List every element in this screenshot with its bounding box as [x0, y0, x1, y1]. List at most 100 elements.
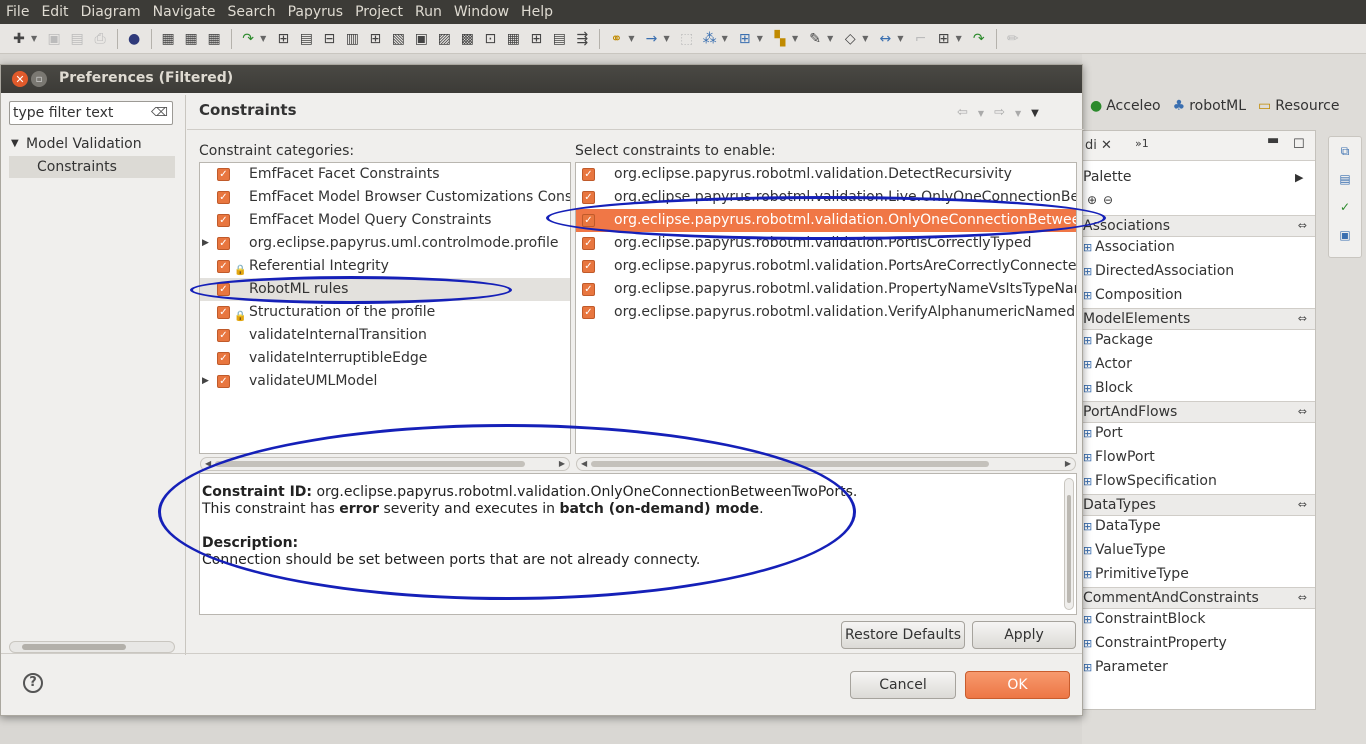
menu-project[interactable]: Project: [349, 0, 409, 24]
element-icon[interactable]: ▤: [548, 28, 570, 50]
console-icon[interactable]: ▣: [1329, 221, 1361, 249]
back-dropdown-icon[interactable]: ▼: [978, 109, 984, 120]
palette-drawer[interactable]: Associations ⇔: [1083, 215, 1315, 237]
element-icon[interactable]: ▣: [410, 28, 432, 50]
category-row[interactable]: ▶ ✓ validateUMLModel: [200, 370, 570, 393]
scroll-left-icon[interactable]: ◀: [205, 458, 211, 470]
constraint-checkbox[interactable]: ✓: [582, 191, 595, 204]
palette-tool[interactable]: ⊞ FlowPort: [1083, 449, 1155, 465]
palette-tool[interactable]: ⊞ Package: [1083, 332, 1153, 348]
palette-tool[interactable]: ⊞ DataType: [1083, 518, 1161, 534]
print-icon[interactable]: ⎙: [89, 28, 111, 50]
resize-dropdown-icon[interactable]: ▼: [897, 34, 903, 43]
drawer-toggle-icon[interactable]: ⇔: [1298, 309, 1307, 329]
zoom-in-icon[interactable]: ⊕: [1087, 193, 1097, 207]
palette-tool[interactable]: ⊞ ConstraintProperty: [1083, 635, 1227, 651]
tree-item-model-validation[interactable]: ▼ Model Validation: [9, 133, 175, 155]
element-icon[interactable]: ▤: [295, 28, 317, 50]
element-icon[interactable]: ⊡: [479, 28, 501, 50]
menu-help[interactable]: Help: [515, 0, 559, 24]
palette-drawer[interactable]: PortAndFlows ⇔: [1083, 401, 1315, 423]
element-icon[interactable]: ▨: [433, 28, 455, 50]
element-icon[interactable]: ⊞: [272, 28, 294, 50]
restore-defaults-button[interactable]: Restore Defaults: [841, 621, 965, 649]
view-menu-icon[interactable]: ▼: [1031, 108, 1039, 120]
element-icon[interactable]: ⊞: [525, 28, 547, 50]
palette-expand-icon[interactable]: ▶: [1295, 171, 1303, 184]
forward-arrow-icon[interactable]: ⇨: [994, 105, 1005, 120]
restore-icon[interactable]: ⧉: [1329, 137, 1361, 165]
category-row[interactable]: ✓ validateInternalTransition: [200, 324, 570, 347]
filter-input[interactable]: [13, 104, 151, 122]
menu-window[interactable]: Window: [448, 0, 515, 24]
check-icon[interactable]: ✓: [1329, 193, 1361, 221]
category-row[interactable]: ✓ EmfFacet Model Query Constraints: [200, 209, 570, 232]
tool-icon[interactable]: ✎: [804, 28, 826, 50]
save-icon[interactable]: ▣: [43, 28, 65, 50]
category-row[interactable]: ✓ validateInterruptibleEdge: [200, 347, 570, 370]
category-checkbox[interactable]: ✓: [217, 329, 230, 342]
new-dropdown-icon[interactable]: ▼: [31, 34, 37, 43]
expand-arrow-icon[interactable]: ▶: [202, 232, 209, 255]
description-vertical-scrollbar[interactable]: [1064, 478, 1074, 610]
palette-tool[interactable]: ⊞ PrimitiveType: [1083, 566, 1189, 582]
category-row[interactable]: ✓ 🔒 Structuration of the profile: [200, 301, 570, 324]
category-checkbox[interactable]: ✓: [217, 260, 230, 273]
distribute-dropdown-icon[interactable]: ▼: [792, 34, 798, 43]
scrollbar-thumb[interactable]: [22, 644, 126, 650]
palette-tool[interactable]: ⊞ Composition: [1083, 287, 1182, 303]
element-icon[interactable]: ▦: [502, 28, 524, 50]
run-icon[interactable]: ↷: [237, 28, 259, 50]
menu-file[interactable]: File: [0, 0, 35, 24]
element-icon[interactable]: ⇶: [571, 28, 593, 50]
menu-edit[interactable]: Edit: [35, 0, 74, 24]
minimize-icon[interactable]: ▬: [1267, 133, 1279, 148]
tree-item-constraints[interactable]: Constraints: [9, 156, 175, 178]
element-icon[interactable]: ⊞: [364, 28, 386, 50]
element-icon[interactable]: ▩: [456, 28, 478, 50]
palette-tool[interactable]: ⊞ Block: [1083, 380, 1133, 396]
tab-overflow[interactable]: »1: [1135, 137, 1149, 150]
maximize-icon[interactable]: ▫: [31, 71, 47, 87]
palette-tool[interactable]: ⊞ Port: [1083, 425, 1123, 441]
palette-drawer[interactable]: ModelElements ⇔: [1083, 308, 1315, 330]
category-checkbox[interactable]: ✓: [217, 375, 230, 388]
menu-run[interactable]: Run: [409, 0, 448, 24]
category-row[interactable]: ✓ EmfFacet Model Browser Customizations C…: [200, 186, 570, 209]
scrollbar-thumb[interactable]: [591, 461, 989, 467]
outline-icon[interactable]: ▤: [1329, 165, 1361, 193]
run-dropdown-icon[interactable]: ▼: [260, 34, 266, 43]
scroll-right-icon[interactable]: ▶: [559, 458, 565, 470]
perspective-robotml[interactable]: ♣ robotML: [1173, 98, 1246, 114]
grid-dropdown-icon[interactable]: ▼: [956, 34, 962, 43]
category-checkbox[interactable]: ✓: [217, 352, 230, 365]
link-dropdown-icon[interactable]: ▼: [628, 34, 634, 43]
category-row[interactable]: ▶ ✓ org.eclipse.papyrus.uml.controlmode.pr…: [200, 232, 570, 255]
element-icon[interactable]: ▥: [341, 28, 363, 50]
filter-field[interactable]: ⌫: [9, 101, 173, 125]
new-icon[interactable]: ✚: [8, 28, 30, 50]
back-arrow-icon[interactable]: ⇦: [957, 105, 968, 120]
arrow-right-icon[interactable]: →: [640, 28, 662, 50]
run-icon[interactable]: ↷: [968, 28, 990, 50]
category-checkbox[interactable]: ✓: [217, 237, 230, 250]
category-row[interactable]: ✓ RobotML rules: [200, 278, 570, 301]
palette-tool[interactable]: ⊞ Actor: [1083, 356, 1132, 372]
drawer-toggle-icon[interactable]: ⇔: [1298, 402, 1307, 422]
constraints-horizontal-scrollbar[interactable]: ◀ ▶: [576, 457, 1076, 471]
forward-dropdown-icon[interactable]: ▼: [1015, 109, 1021, 120]
constraint-row[interactable]: ✓ org.eclipse.papyrus.robotml.validation.…: [576, 255, 1076, 278]
expand-arrow-icon[interactable]: ▼: [11, 133, 19, 155]
drawer-toggle-icon[interactable]: ⇔: [1298, 495, 1307, 515]
ok-button[interactable]: OK: [965, 671, 1070, 699]
palette-drawer[interactable]: DataTypes ⇔: [1083, 494, 1315, 516]
pin-icon[interactable]: ✏: [1002, 28, 1024, 50]
drawer-toggle-icon[interactable]: ⇔: [1298, 216, 1307, 236]
menu-search[interactable]: Search: [221, 0, 281, 24]
diagram-icon[interactable]: ▦: [203, 28, 225, 50]
route-dropdown-icon[interactable]: ▼: [862, 34, 868, 43]
category-row[interactable]: ✓ EmfFacet Facet Constraints: [200, 163, 570, 186]
close-icon[interactable]: ✕: [12, 71, 28, 87]
scroll-left-icon[interactable]: ◀: [581, 458, 587, 470]
categories-horizontal-scrollbar[interactable]: ◀ ▶: [200, 457, 570, 471]
